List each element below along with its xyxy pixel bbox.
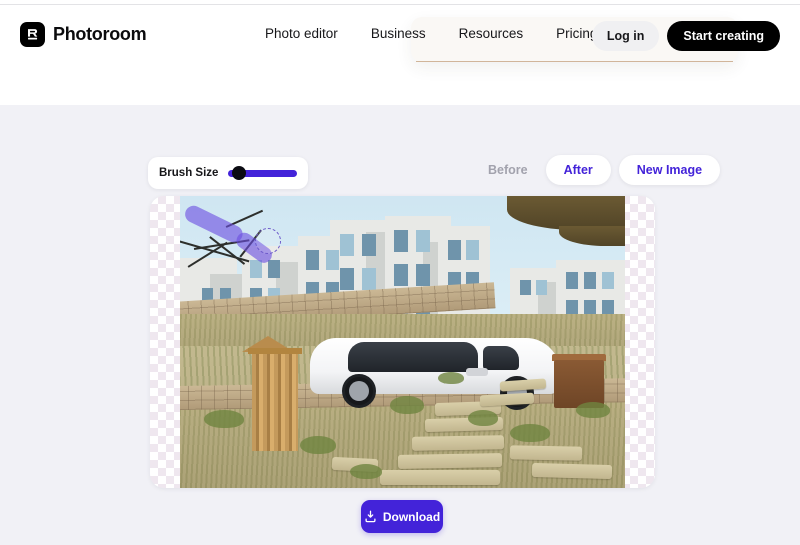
tab-after[interactable]: After <box>545 155 611 185</box>
new-image-button[interactable]: New Image <box>618 155 721 185</box>
photo-crate <box>554 360 604 408</box>
nav-item-resources[interactable]: Resources <box>459 26 524 41</box>
nav-dropdown-underline <box>416 61 733 63</box>
edited-photo[interactable] <box>180 196 625 488</box>
photoroom-logo-icon <box>20 22 45 47</box>
nav-item-business[interactable]: Business <box>371 26 426 41</box>
brush-size-slider-thumb[interactable] <box>232 166 247 180</box>
download-button[interactable]: Download <box>361 500 443 533</box>
auth-actions: Log in Start creating <box>591 21 780 51</box>
view-toggle-group: Before After New Image <box>478 155 721 185</box>
tab-before[interactable]: Before <box>478 156 538 184</box>
download-button-label: Download <box>382 509 441 524</box>
brush-size-label: Brush Size <box>159 167 219 179</box>
image-canvas[interactable] <box>150 196 655 488</box>
photo-wooden-post <box>252 351 298 451</box>
page-root: Photoroom Photo editor Business Resource… <box>0 0 800 545</box>
site-header: Photoroom Photo editor Business Resource… <box>0 5 800 105</box>
nav-item-photo-editor[interactable]: Photo editor <box>265 26 338 41</box>
start-creating-button[interactable]: Start creating <box>667 21 780 51</box>
main-navigation: Photo editor Business Resources Pricing <box>265 26 597 41</box>
brush-size-control: Brush Size <box>148 157 308 189</box>
editor-section: Brush Size Before After New Image Downlo… <box>0 105 800 545</box>
brand-logo[interactable]: Photoroom <box>20 22 147 47</box>
login-button[interactable]: Log in <box>591 21 660 51</box>
download-icon <box>365 510 376 523</box>
brush-size-slider[interactable] <box>228 166 297 180</box>
brand-name: Photoroom <box>53 24 147 44</box>
